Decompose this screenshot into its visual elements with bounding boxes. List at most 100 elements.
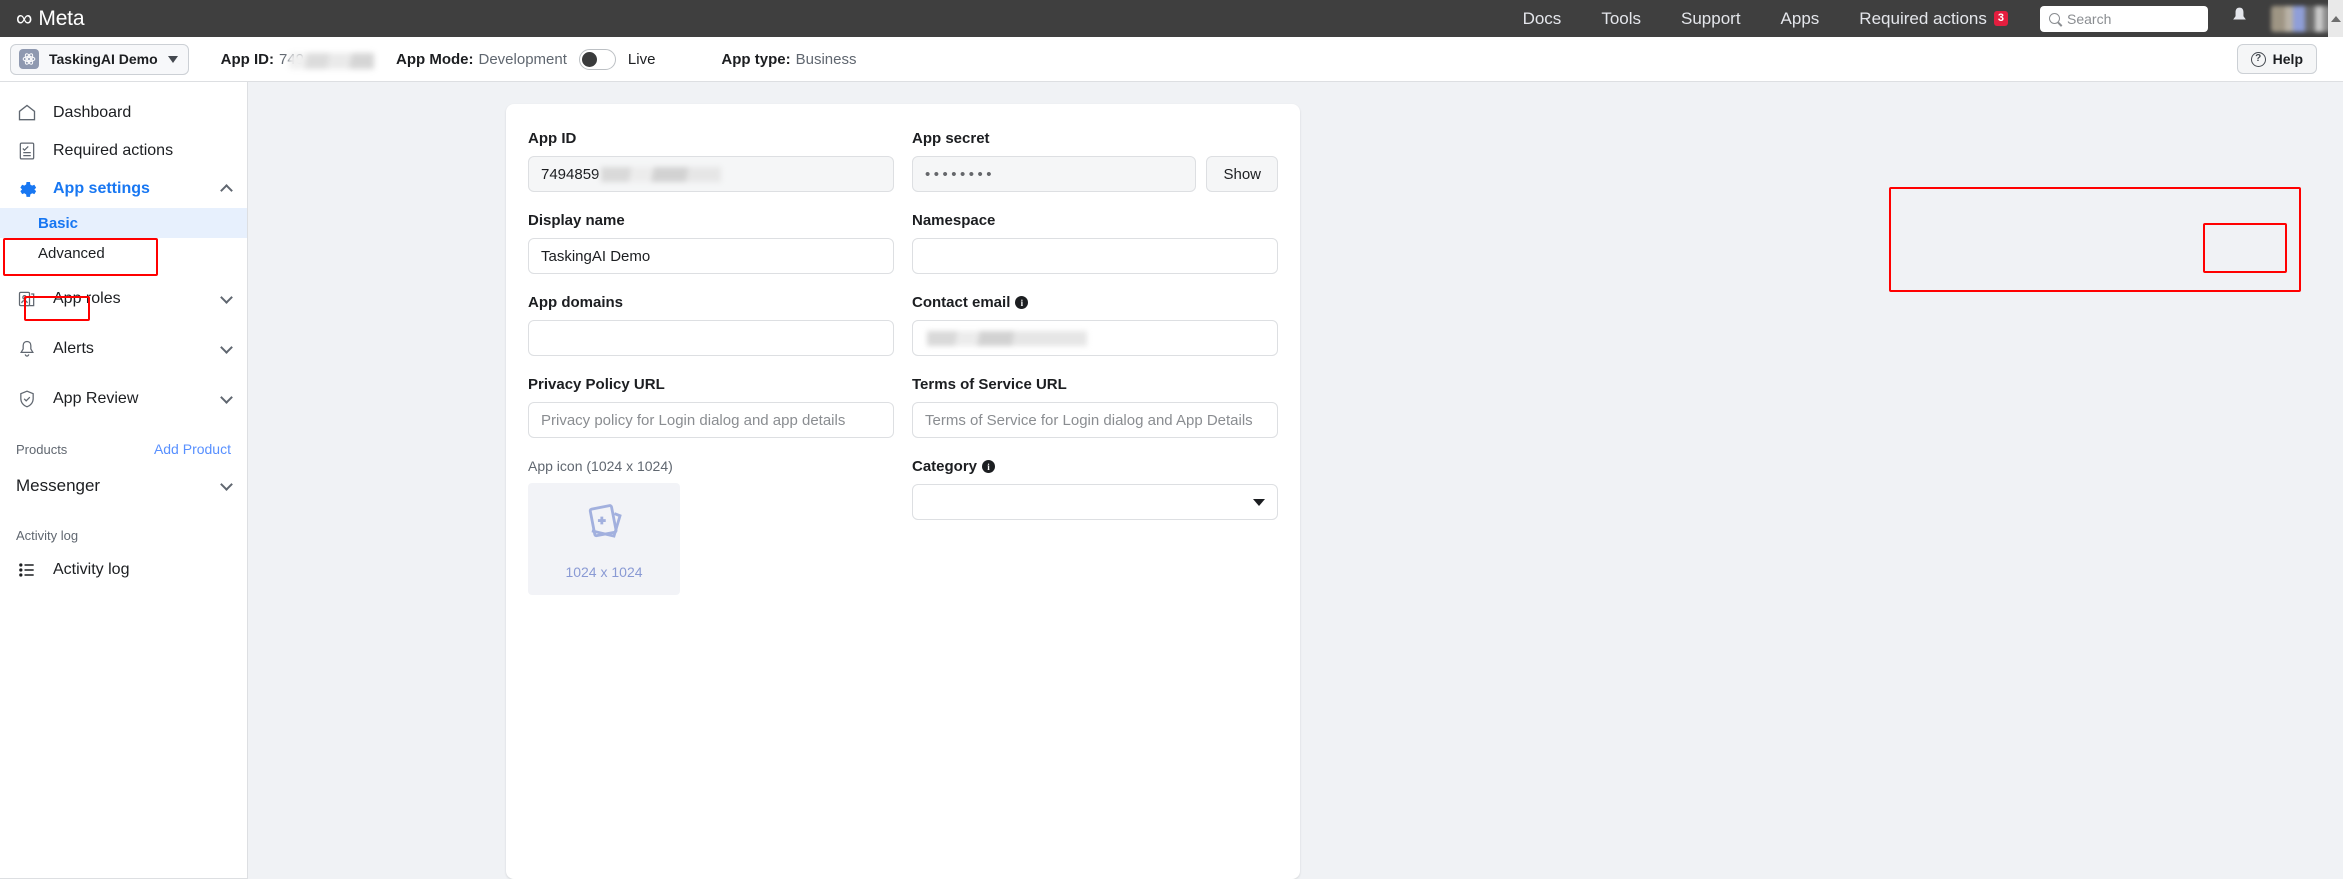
app-secret-field-group: App secret •••••••• Show (912, 130, 1278, 192)
category-select[interactable] (912, 484, 1278, 520)
notifications-bell-icon[interactable] (2230, 6, 2249, 31)
sidebar-subitem-advanced-label: Advanced (38, 244, 105, 262)
terms-of-service-input[interactable]: Terms of Service for Login dialog and Ap… (912, 402, 1278, 438)
app-id-label: App ID (528, 130, 577, 147)
sidebar-item-activity-log-label: Activity log (53, 561, 130, 578)
app-selector-dropdown[interactable]: TaskingAI Demo (10, 43, 189, 75)
app-domains-label: App domains (528, 294, 624, 311)
app-selector-name: TaskingAI Demo (49, 51, 158, 67)
display-name-input[interactable]: TaskingAI Demo (528, 238, 894, 274)
left-sidebar-navigation: Dashboard Required actions App settings (0, 82, 248, 879)
info-icon[interactable]: i (982, 460, 996, 473)
scrollbar-up-arrow[interactable] (2328, 0, 2343, 37)
sidebar-item-required-actions-label: Required actions (53, 142, 174, 159)
top-nav-docs[interactable]: Docs (1503, 0, 1582, 37)
terms-of-service-label: Terms of Service URL (912, 376, 1067, 393)
namespace-input[interactable] (912, 238, 1278, 274)
sidebar-subitem-advanced[interactable]: Advanced (0, 238, 247, 268)
products-section-header: Products Add Product (0, 432, 247, 466)
annotation-box-app-secret (1889, 187, 2301, 292)
sidebar-item-messenger-label: Messenger (16, 476, 101, 495)
search-placeholder: Search (2067, 10, 2112, 27)
activity-log-section: Activity log Activity log (0, 528, 247, 589)
gear-icon (16, 179, 37, 200)
chevron-down-icon (167, 55, 178, 63)
roles-icon (16, 289, 37, 310)
chevron-down-icon (220, 340, 233, 354)
show-app-secret-button-label: Show (1223, 165, 1261, 183)
app-type-label: App type: (721, 50, 791, 68)
required-actions-count-badge: 3 (1993, 10, 2008, 27)
sidebar-item-dashboard[interactable]: Dashboard (0, 94, 247, 132)
add-image-icon (578, 498, 630, 555)
help-button[interactable]: ? Help (2236, 44, 2317, 74)
terms-of-service-placeholder: Terms of Service for Login dialog and Ap… (925, 411, 1253, 429)
meta-wordmark: Meta (38, 6, 85, 30)
sidebar-item-app-review[interactable]: App Review (0, 380, 247, 418)
app-mode-live-label: Live (627, 50, 656, 68)
app-domains-field-group: App domains (528, 294, 894, 356)
question-mark-icon: ? (2250, 51, 2266, 67)
app-type-value: Business (795, 50, 857, 68)
app-mode-control: App Mode: Development Live (396, 48, 656, 70)
user-avatar[interactable] (2271, 5, 2331, 32)
top-nav-docs-label: Docs (1522, 8, 1562, 28)
app-domains-input[interactable] (528, 320, 894, 356)
info-icon[interactable]: i (1015, 296, 1029, 309)
home-icon (16, 103, 37, 124)
global-search-input[interactable]: Search (2040, 5, 2208, 32)
privacy-policy-field-group: Privacy Policy URL Privacy policy for Lo… (528, 376, 894, 438)
app-icon-label: App icon (1024 x 1024) (528, 458, 673, 474)
contact-email-label: Contact email i (912, 294, 1278, 311)
app-id-input[interactable]: 7494859 (528, 156, 894, 192)
list-icon (16, 560, 37, 581)
category-label-text: Category (912, 458, 978, 475)
privacy-policy-input[interactable]: Privacy policy for Login dialog and app … (528, 402, 894, 438)
sidebar-item-dashboard-label: Dashboard (53, 104, 132, 121)
app-icon-upload-dropzone[interactable]: 1024 x 1024 (528, 483, 680, 595)
app-mode-value: Development (478, 50, 567, 68)
top-nav-required-actions-label: Required actions (1859, 8, 1987, 28)
sidebar-item-app-settings[interactable]: App settings (0, 170, 247, 208)
app-mode-text: App Mode: Development (396, 51, 567, 68)
terms-of-service-field-group: Terms of Service URL Terms of Service fo… (912, 376, 1278, 438)
app-id-value: 7494859 (541, 165, 600, 183)
sidebar-item-messenger[interactable]: Messenger (0, 466, 247, 506)
show-app-secret-button[interactable]: Show (1206, 156, 1278, 192)
sidebar-item-app-roles[interactable]: App roles (0, 280, 247, 318)
sidebar-item-app-review-label: App Review (53, 390, 139, 407)
help-button-label: Help (2272, 51, 2303, 67)
sidebar-item-app-settings-label: App settings (53, 180, 150, 197)
sidebar-item-alerts-label: Alerts (53, 340, 94, 357)
sidebar-item-app-roles-label: App roles (53, 290, 121, 307)
meta-logo[interactable]: ∞ Meta (16, 7, 84, 31)
privacy-policy-placeholder: Privacy policy for Login dialog and app … (541, 411, 846, 429)
namespace-label: Namespace (912, 212, 996, 229)
sidebar-item-required-actions[interactable]: Required actions (0, 132, 247, 170)
checklist-icon (16, 141, 37, 162)
meta-infinity-icon: ∞ (16, 5, 32, 31)
top-nav-required-actions[interactable]: Required actions 3 (1839, 0, 2028, 37)
sidebar-subitem-basic[interactable]: Basic (0, 208, 247, 238)
app-id-field-group: App ID 7494859 (528, 130, 894, 192)
top-nav-support-label: Support (1681, 8, 1741, 28)
app-secret-input[interactable]: •••••••• (912, 156, 1197, 192)
privacy-policy-label: Privacy Policy URL (528, 376, 665, 393)
sidebar-item-alerts[interactable]: Alerts (0, 330, 247, 368)
top-nav-support[interactable]: Support (1661, 0, 1761, 37)
top-nav-apps[interactable]: Apps (1761, 0, 1840, 37)
app-id-value-redaction (601, 166, 722, 182)
products-section-label: Products (16, 441, 68, 457)
contact-email-input[interactable] (912, 320, 1278, 356)
add-product-link[interactable]: Add Product (154, 441, 231, 457)
display-name-field-group: Display name TaskingAI Demo (528, 212, 894, 274)
basic-settings-card: App ID 7494859 App secret •••••••• Show (506, 104, 1300, 879)
top-nav-tools[interactable]: Tools (1581, 0, 1661, 37)
app-secret-masked-value: •••••••• (925, 165, 996, 183)
bell-icon (16, 339, 37, 360)
sidebar-item-activity-log[interactable]: Activity log (0, 551, 247, 589)
app-icon-size-text: 1024 x 1024 (565, 564, 643, 580)
top-nav-tools-label: Tools (1601, 8, 1641, 28)
app-mode-toggle-switch[interactable] (578, 48, 616, 70)
main-scrollbar[interactable] (2328, 82, 2343, 879)
